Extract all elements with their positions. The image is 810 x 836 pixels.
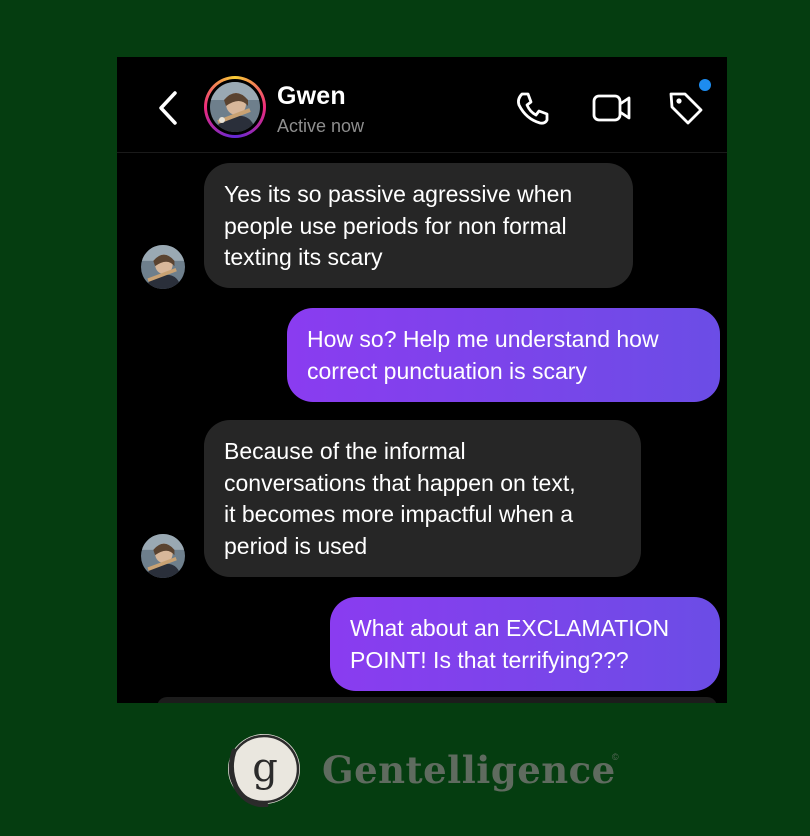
message-line: people use periods for non formal	[224, 212, 567, 239]
back-button[interactable]	[155, 89, 181, 127]
gentelligence-logo: g	[228, 734, 300, 807]
message-line: period is used	[224, 532, 368, 559]
chat-screen: Gwen Active now Yes its so passive agres…	[117, 57, 727, 703]
message-bubble-incoming[interactable]: Because of the informal conversations th…	[204, 420, 641, 577]
contact-name[interactable]: Gwen	[277, 82, 346, 111]
tag-icon[interactable]	[667, 89, 705, 127]
contact-avatar[interactable]	[204, 76, 266, 138]
message-line: How so? Help me understand how	[307, 326, 659, 352]
message-line: Yes its so passive agressive when	[224, 181, 573, 207]
message-line: conversations that happen on text,	[224, 469, 576, 496]
message-line: What about an EXCLAMATION	[350, 615, 670, 641]
message-line: Because of the informal	[224, 438, 466, 464]
notification-dot	[699, 79, 711, 91]
sender-avatar[interactable]	[141, 534, 185, 578]
sender-avatar[interactable]	[141, 245, 185, 289]
message-bubble-incoming[interactable]: Yes its so passive agressive when people…	[204, 163, 633, 288]
message-line: it becomes more impactful when a	[224, 501, 573, 527]
active-status: Active now	[277, 116, 365, 136]
message-bubble-outgoing[interactable]: How so? Help me understand how correct p…	[287, 308, 720, 402]
logo-letter: g	[252, 745, 278, 791]
video-camera-icon[interactable]	[591, 90, 633, 126]
message-line: correct punctuation is scary	[307, 357, 587, 384]
phone-icon[interactable]	[514, 89, 552, 127]
next-message-peek	[157, 697, 717, 703]
chat-header: Gwen Active now	[117, 57, 727, 153]
message-line: texting its scary	[224, 244, 383, 270]
brand-name: Gentelligence	[322, 748, 616, 792]
message-bubble-outgoing[interactable]: What about an EXCLAMATION POINT! Is that…	[330, 597, 720, 691]
avatar-photo	[210, 82, 260, 132]
brand-copyright: ©	[612, 752, 619, 762]
message-line: POINT! Is that terrifying???	[350, 646, 629, 673]
